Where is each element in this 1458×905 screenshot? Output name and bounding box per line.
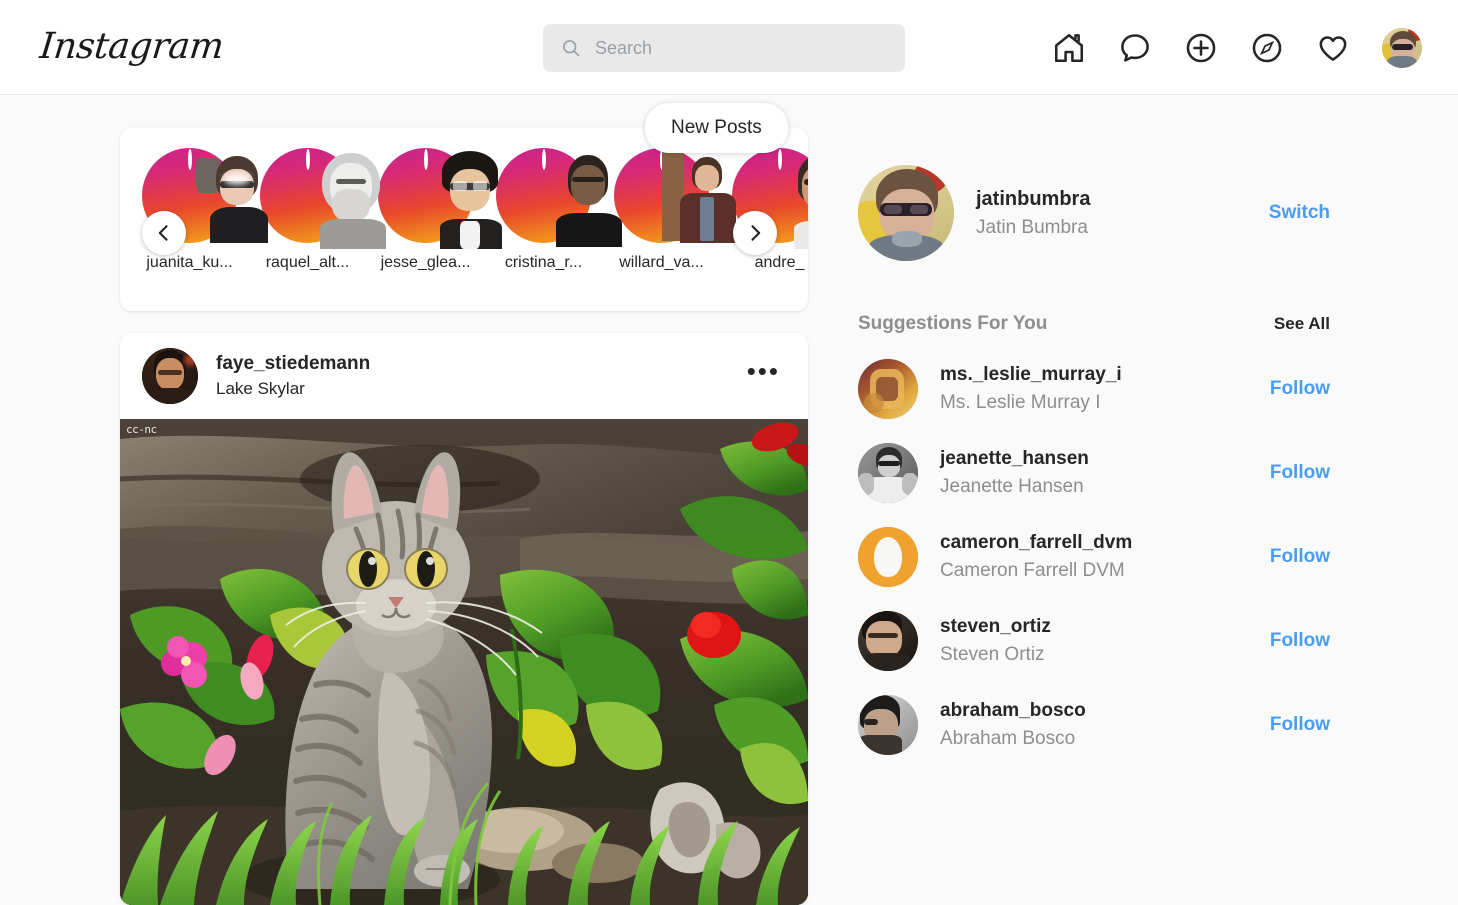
chevron-left-icon <box>158 225 168 241</box>
story-ring <box>496 148 622 247</box>
suggestion-fullname: Jeanette Hansen <box>940 476 1084 497</box>
suggestion-item: abraham_bosco Abraham Bosco Follow <box>858 695 1348 755</box>
story-username: juanita_ku... <box>146 254 233 271</box>
story-ring <box>378 148 502 249</box>
compass-icon[interactable] <box>1250 31 1284 65</box>
search-icon <box>563 40 580 57</box>
suggestion-avatar[interactable] <box>858 611 918 671</box>
post-header: faye_stiedemann Lake Skylar ••• <box>120 333 808 419</box>
cat-garden-photo <box>120 419 808 905</box>
story-item[interactable]: willard_va... <box>614 148 736 272</box>
sidebar: jatinbumbra Jatin Bumbra Switch Suggesti… <box>858 165 1348 755</box>
creative-commons-watermark: cc-nc <box>126 423 157 436</box>
story-username: andre_ <box>754 254 805 271</box>
post-author-username[interactable]: faye_stiedemann <box>216 351 741 377</box>
instagram-logo[interactable]: Instagram <box>37 22 225 72</box>
suggestion-avatar[interactable] <box>858 443 918 503</box>
stories-next-button[interactable] <box>733 211 777 255</box>
suggestion-username[interactable]: cameron_farrell_dvm <box>940 529 1270 557</box>
story-item[interactable]: raquel_alt... <box>260 148 386 272</box>
follow-button[interactable]: Follow <box>1270 378 1348 400</box>
follow-button[interactable]: Follow <box>1270 714 1348 736</box>
story-ring <box>260 148 386 249</box>
story-username: raquel_alt... <box>265 254 350 271</box>
suggestion-username[interactable]: steven_ortiz <box>940 613 1270 641</box>
suggestion-fullname: Ms. Leslie Murray I <box>940 392 1101 413</box>
suggestions-list: ms._leslie_murray_i Ms. Leslie Murray I … <box>858 359 1348 755</box>
suggestion-fullname: Abraham Bosco <box>940 728 1076 749</box>
feed-column: juanita_ku... raquel_alt... jesse_glea..… <box>120 128 808 905</box>
suggestion-username[interactable]: abraham_bosco <box>940 697 1270 725</box>
suggestion-username[interactable]: jeanette_hansen <box>940 445 1270 473</box>
story-username: willard_va... <box>619 254 704 271</box>
story-item[interactable]: andre_ <box>732 148 808 272</box>
stories-carousel: juanita_ku... raquel_alt... jesse_glea..… <box>120 128 808 311</box>
current-account-avatar[interactable] <box>858 165 954 261</box>
suggestion-fullname: Cameron Farrell DVM <box>940 560 1125 581</box>
current-account-fullname: Jatin Bumbra <box>976 217 1088 238</box>
new-posts-badge[interactable]: New Posts <box>645 103 788 153</box>
suggestion-fullname: Steven Ortiz <box>940 644 1045 665</box>
follow-button[interactable]: Follow <box>1270 462 1348 484</box>
top-navigation-bar: Instagram <box>0 0 1458 95</box>
current-account-row: jatinbumbra Jatin Bumbra Switch <box>858 165 1348 261</box>
plus-circle-icon[interactable] <box>1184 31 1218 65</box>
suggestion-item: ms._leslie_murray_i Ms. Leslie Murray I … <box>858 359 1348 419</box>
search-bar[interactable] <box>543 24 905 72</box>
current-account-username[interactable]: jatinbumbra <box>976 184 1269 214</box>
post-author-avatar[interactable] <box>142 348 198 404</box>
story-ring <box>614 148 736 243</box>
suggestion-item: cameron_farrell_dvm Cameron Farrell DVM … <box>858 527 1348 587</box>
more-options-icon[interactable]: ••• <box>741 356 786 397</box>
suggestion-item: steven_ortiz Steven Ortiz Follow <box>858 611 1348 671</box>
heart-icon[interactable] <box>1316 31 1350 65</box>
chevron-right-icon <box>751 225 761 241</box>
home-icon[interactable] <box>1052 31 1086 65</box>
see-all-button[interactable]: See All <box>1274 314 1330 334</box>
suggestions-header: Suggestions For You See All <box>858 313 1348 335</box>
suggestion-item: jeanette_hansen Jeanette Hansen Follow <box>858 443 1348 503</box>
post-location[interactable]: Lake Skylar <box>216 377 741 401</box>
feed-post: faye_stiedemann Lake Skylar ••• cc-nc <box>120 333 808 905</box>
stories-list: juanita_ku... raquel_alt... jesse_glea..… <box>142 148 808 272</box>
post-image[interactable]: cc-nc <box>120 419 808 905</box>
story-item[interactable]: cristina_r... <box>496 148 622 272</box>
suggestions-title: Suggestions For You <box>858 313 1048 334</box>
message-bubble-icon[interactable] <box>1118 31 1152 65</box>
suggestion-avatar-default-egg[interactable] <box>858 527 918 587</box>
switch-account-button[interactable]: Switch <box>1269 202 1348 224</box>
suggestion-avatar[interactable] <box>858 359 918 419</box>
follow-button[interactable]: Follow <box>1270 630 1348 652</box>
story-item[interactable]: jesse_glea... <box>378 148 502 272</box>
story-username: cristina_r... <box>504 254 583 271</box>
suggestion-username[interactable]: ms._leslie_murray_i <box>940 361 1270 389</box>
suggestion-avatar[interactable] <box>858 695 918 755</box>
avatar[interactable] <box>1382 27 1422 68</box>
follow-button[interactable]: Follow <box>1270 546 1348 568</box>
search-input[interactable] <box>595 37 875 59</box>
stories-prev-button[interactable] <box>142 211 186 255</box>
nav-icon-group <box>1052 0 1422 95</box>
story-username: jesse_glea... <box>380 254 471 271</box>
